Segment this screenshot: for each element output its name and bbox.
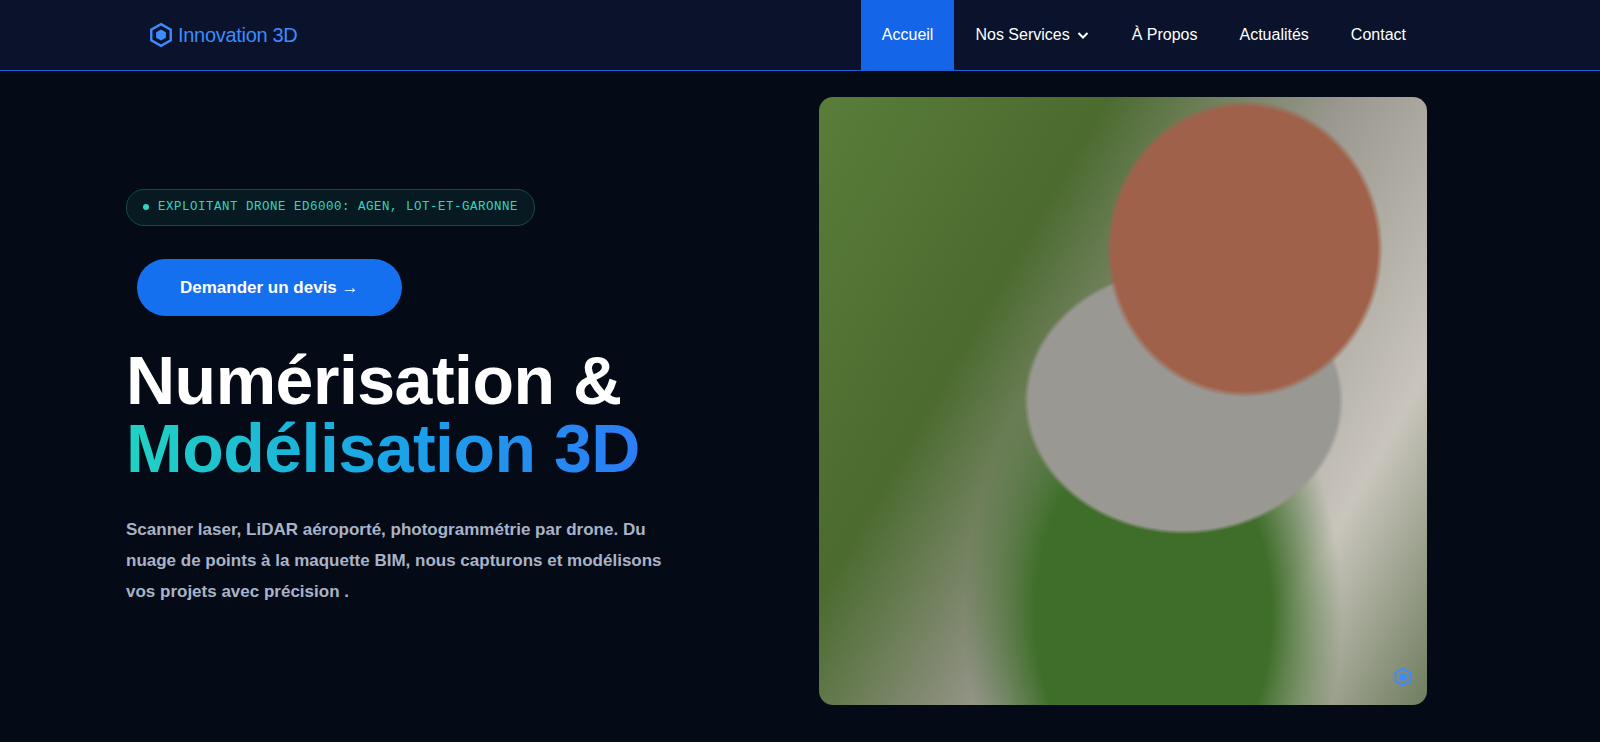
logo[interactable]: Innovation 3D	[126, 20, 298, 50]
logo-text: Innovation 3D	[178, 20, 298, 50]
main-nav: Accueil Nos Services À Propos Actualités Con…	[861, 0, 1427, 70]
chevron-down-icon	[1076, 28, 1090, 42]
top-navbar: Innovation 3D Accueil Nos Services À Propo…	[0, 0, 1600, 71]
hexagon-logo-icon	[148, 22, 174, 48]
watermark-logo-icon	[1393, 667, 1413, 687]
nav-item[interactable]: Accueil	[861, 0, 955, 70]
title-line: Modélisation 3D	[126, 414, 640, 486]
hero-text: EXPLOITANT DRONE ED6000: AGEN, LOT-ET-GA…	[126, 97, 795, 705]
nav-item[interactable]: Contact	[1330, 0, 1427, 70]
status-dot-icon	[143, 204, 149, 210]
hero-photo	[819, 97, 1427, 705]
quote-button[interactable]: Demander un devis →	[137, 259, 402, 317]
location-badge: EXPLOITANT DRONE ED6000: AGEN, LOT-ET-GA…	[126, 189, 535, 226]
nav-item[interactable]: Actualités	[1218, 0, 1329, 70]
nav-item[interactable]: À Propos	[1111, 0, 1219, 70]
nav-label: Accueil	[882, 23, 934, 47]
nav-label: À Propos	[1132, 23, 1198, 47]
nav-label: Contact	[1351, 23, 1406, 47]
hero-title: Numérisation & Modélisation 3D	[126, 346, 795, 486]
badge-text: EXPLOITANT DRONE ED6000: AGEN, LOT-ET-GA…	[158, 198, 518, 217]
hero-description: Scanner laser, LiDAR aéroporté, photogra…	[126, 514, 666, 607]
nav-label: Nos Services	[975, 23, 1069, 47]
nav-item[interactable]: Nos Services	[954, 0, 1110, 70]
nav-label: Actualités	[1239, 23, 1308, 47]
hero: EXPLOITANT DRONE ED6000: AGEN, LOT-ET-GA…	[0, 71, 1427, 705]
title-line: Numérisation &	[126, 342, 622, 418]
